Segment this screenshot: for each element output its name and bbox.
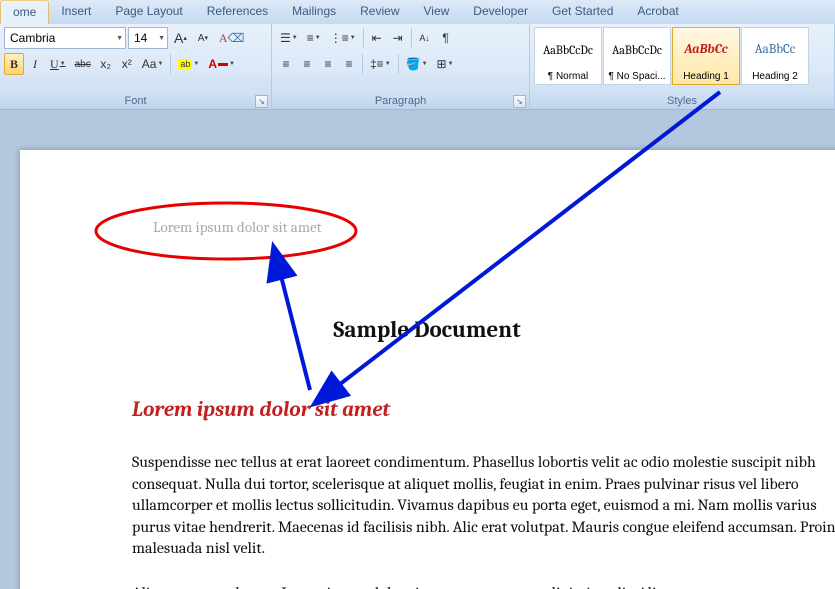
font-dialog-launcher[interactable]: ↘ <box>255 95 268 108</box>
document-title[interactable]: Sample Document <box>132 316 722 343</box>
group-label-styles: Styles <box>530 94 834 109</box>
tab-home[interactable]: ome <box>0 0 49 24</box>
font-color-button[interactable]: A▼ <box>204 53 239 75</box>
align-left-button[interactable]: ≡ <box>276 53 296 75</box>
body-paragraph-1[interactable]: Suspendisse nec tellus at erat laoreet c… <box>132 452 835 560</box>
bullets-button[interactable]: ☰▼ <box>276 27 302 49</box>
style-name: ¶ No Spaci... <box>608 71 665 82</box>
shrink-font-button[interactable]: A▾ <box>193 27 213 49</box>
align-right-icon: ≡ <box>324 57 331 71</box>
multilevel-list-button[interactable]: ⋮≡▼ <box>326 27 360 49</box>
group-font: Cambria ▼ 14 ▼ A▴ A▾ A⌫ B I U▼ abc <box>0 24 272 109</box>
justify-button[interactable]: ≡ <box>339 53 359 75</box>
indent-icon: ⇥ <box>393 31 403 45</box>
tab-page-layout[interactable]: Page Layout <box>103 0 194 24</box>
superscript-button[interactable]: x² <box>117 53 137 75</box>
separator <box>398 54 399 74</box>
borders-button[interactable]: ⊞▼ <box>433 53 458 75</box>
style-preview: AaBbCcDc <box>612 28 662 71</box>
body-paragraph-2[interactable]: Aliquam erat volutpat. Lorem ipsum dolor… <box>132 584 835 589</box>
font-family-value: Cambria <box>10 31 55 45</box>
style-preview: AaBbCc <box>755 28 795 71</box>
separator <box>170 54 171 74</box>
ribbon: ome Insert Page Layout References Mailin… <box>0 0 835 110</box>
paragraph-dialog-launcher[interactable]: ↘ <box>513 95 526 108</box>
line-spacing-icon: ‡≡ <box>370 57 384 71</box>
ribbon-tabs: ome Insert Page Layout References Mailin… <box>0 0 835 24</box>
italic-button[interactable]: I <box>25 53 45 75</box>
bold-button[interactable]: B <box>4 53 24 75</box>
style-no-spacing[interactable]: AaBbCcDc ¶ No Spaci... <box>603 27 671 85</box>
style-preview: AaBbCcDc <box>543 28 593 71</box>
numbering-button[interactable]: ≡▼ <box>303 27 325 49</box>
group-paragraph: ☰▼ ≡▼ ⋮≡▼ ⇤ ⇥ A↓ ¶ ≡ ≡ ≡ ≡ ‡≡▼ <box>272 24 530 109</box>
document-area: Lorem ipsum dolor sit amet Sample Docume… <box>0 110 835 589</box>
tab-review[interactable]: Review <box>348 0 411 24</box>
shading-button[interactable]: 🪣▼ <box>402 53 432 75</box>
style-name: ¶ Normal <box>548 71 588 82</box>
border-icon: ⊞ <box>437 57 447 71</box>
align-center-button[interactable]: ≡ <box>297 53 317 75</box>
multilevel-icon: ⋮≡ <box>330 31 349 45</box>
chevron-down-icon: ▼ <box>154 35 165 42</box>
show-marks-button[interactable]: ¶ <box>436 27 456 49</box>
style-name: Heading 2 <box>752 71 798 82</box>
align-right-button[interactable]: ≡ <box>318 53 338 75</box>
tab-insert[interactable]: Insert <box>49 0 103 24</box>
font-size-value: 14 <box>134 31 147 45</box>
increase-indent-button[interactable]: ⇥ <box>388 27 408 49</box>
sort-icon: A↓ <box>419 33 430 43</box>
group-label-font: Font ↘ <box>0 94 271 109</box>
tab-developer[interactable]: Developer <box>461 0 540 24</box>
outdent-icon: ⇤ <box>372 31 382 45</box>
page[interactable]: Lorem ipsum dolor sit amet Sample Docume… <box>20 150 835 589</box>
group-label-paragraph: Paragraph ↘ <box>272 94 529 109</box>
style-preview: AaBbCc <box>684 28 727 71</box>
heading-1-text[interactable]: Lorem ipsum dolor sit amet <box>132 398 835 422</box>
bullets-icon: ☰ <box>280 31 291 45</box>
group-styles: AaBbCcDc ¶ Normal AaBbCcDc ¶ No Spaci...… <box>530 24 835 109</box>
font-size-combo[interactable]: 14 ▼ <box>128 27 168 49</box>
tab-view[interactable]: View <box>412 0 462 24</box>
tab-get-started[interactable]: Get Started <box>540 0 625 24</box>
style-heading-1[interactable]: AaBbCc Heading 1 <box>672 27 740 85</box>
pilcrow-icon: ¶ <box>442 31 448 45</box>
style-name: Heading 1 <box>683 71 729 82</box>
strikethrough-button[interactable]: abc <box>71 53 95 75</box>
change-case-button[interactable]: Aa▼ <box>138 53 168 75</box>
align-left-icon: ≡ <box>282 57 289 71</box>
highlight-color-button[interactable]: ab▼ <box>174 53 203 75</box>
separator <box>411 28 412 48</box>
underline-button[interactable]: U▼ <box>46 53 70 75</box>
grow-font-button[interactable]: A▴ <box>170 27 191 49</box>
paint-bucket-icon: 🪣 <box>406 57 421 71</box>
style-heading-2[interactable]: AaBbCc Heading 2 <box>741 27 809 85</box>
align-center-icon: ≡ <box>303 57 310 71</box>
clear-formatting-button[interactable]: A⌫ <box>215 27 249 49</box>
sort-button[interactable]: A↓ <box>415 27 435 49</box>
page-header-text[interactable]: Lorem ipsum dolor sit amet <box>153 218 322 236</box>
chevron-down-icon: ▼ <box>112 35 123 42</box>
tab-mailings[interactable]: Mailings <box>280 0 348 24</box>
tab-acrobat[interactable]: Acrobat <box>625 0 690 24</box>
line-spacing-button[interactable]: ‡≡▼ <box>366 53 395 75</box>
style-normal[interactable]: AaBbCcDc ¶ Normal <box>534 27 602 85</box>
justify-icon: ≡ <box>345 57 352 71</box>
decrease-indent-button[interactable]: ⇤ <box>367 27 387 49</box>
tab-references[interactable]: References <box>195 0 280 24</box>
font-family-combo[interactable]: Cambria ▼ <box>4 27 126 49</box>
numbering-icon: ≡ <box>307 31 314 45</box>
separator <box>363 28 364 48</box>
separator <box>362 54 363 74</box>
ribbon-groups: Cambria ▼ 14 ▼ A▴ A▾ A⌫ B I U▼ abc <box>0 24 835 109</box>
subscript-button[interactable]: x₂ <box>96 53 116 75</box>
